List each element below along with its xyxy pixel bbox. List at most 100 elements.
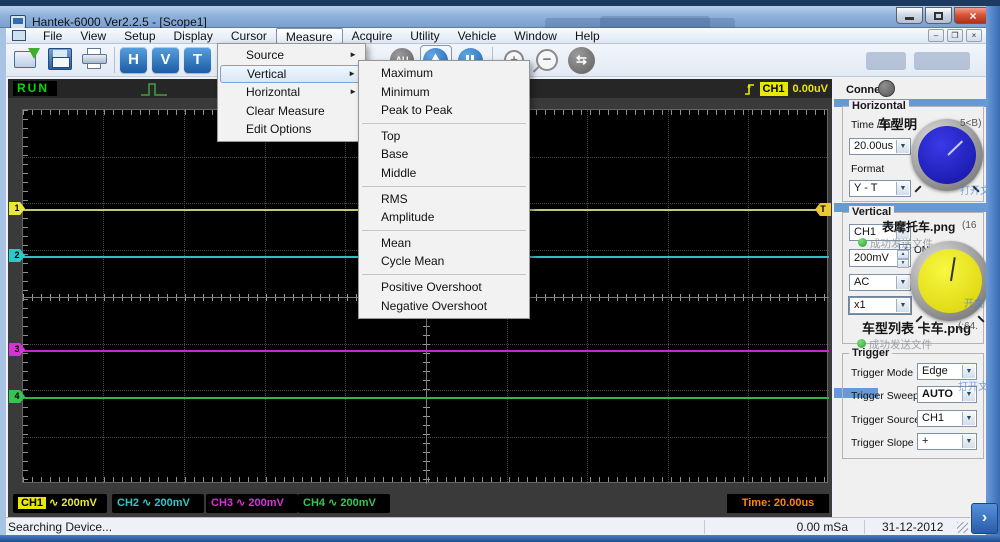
trigger-mode-value: Edge: [922, 365, 948, 377]
menu-item-label: Clear Measure: [246, 104, 325, 118]
chevron-down-icon: ▼: [962, 365, 975, 378]
volt-div-value: 200mV: [854, 252, 889, 264]
title-bar[interactable]: Hantek-6000 Ver2.2.5 - [Scope1] ×: [0, 6, 1000, 28]
menu-item-edit-options[interactable]: Edit Options: [218, 120, 365, 139]
maximize-button[interactable]: [925, 7, 952, 24]
submenu-item-amplitude[interactable]: Amplitude: [359, 208, 529, 227]
trigger-sweep-value: AUTO: [922, 388, 953, 400]
menu-vehicle[interactable]: Vehicle: [449, 28, 506, 44]
menu-item-vertical[interactable]: Vertical ►: [220, 65, 363, 84]
spin-up-icon[interactable]: ▲: [897, 250, 909, 259]
window-controls: ×: [896, 7, 992, 24]
menu-setup[interactable]: Setup: [115, 28, 164, 44]
menu-display[interactable]: Display: [165, 28, 222, 44]
spin-down-icon[interactable]: ▼: [897, 259, 909, 268]
connect-indicator: [878, 80, 895, 97]
menu-cursor[interactable]: Cursor: [222, 28, 276, 44]
submenu-item-mean[interactable]: Mean: [359, 234, 529, 253]
chevron-down-icon: ▼: [962, 412, 975, 425]
trigger-source-value: CH1: [922, 412, 944, 424]
toast-status-1: 成功发送文件: [870, 236, 933, 251]
mdi-window-controls: – ❐ ×: [928, 29, 982, 42]
menu-item-clear-measure[interactable]: Clear Measure: [218, 102, 365, 121]
submenu-item-peak-to-peak[interactable]: Peak to Peak: [359, 101, 529, 120]
coupling-select[interactable]: AC ▼: [849, 274, 911, 291]
submenu-item-negative-overshoot[interactable]: Negative Overshoot: [359, 297, 529, 316]
menu-utility[interactable]: Utility: [401, 28, 448, 44]
menu-window[interactable]: Window: [505, 28, 566, 44]
maximize-icon: [934, 12, 943, 20]
mdi-minimize-button[interactable]: –: [928, 29, 944, 42]
trigger-edge-icon: [744, 82, 755, 96]
printer-tray-icon: [87, 63, 101, 69]
trigger-panel-button[interactable]: T: [184, 47, 211, 73]
horizontal-panel-button[interactable]: H: [120, 47, 147, 73]
menu-item-source[interactable]: Source ►: [218, 46, 365, 65]
status-bar: Searching Device... 0.00 mSa 31-12-2012 …: [2, 517, 970, 535]
menu-acquire[interactable]: Acquire: [343, 28, 402, 44]
ch3-readout[interactable]: CH3 ∿ 200mV: [206, 494, 298, 513]
submenu-item-maximum[interactable]: Maximum: [359, 64, 529, 83]
menu-separator: [362, 230, 526, 231]
mdi-restore-button[interactable]: ❐: [947, 29, 963, 42]
menu-help[interactable]: Help: [566, 28, 609, 44]
chevron-down-icon: ▼: [896, 140, 909, 153]
ch3-volt-div: 200mV: [248, 497, 283, 509]
submenu-item-middle[interactable]: Middle: [359, 164, 529, 183]
format-select[interactable]: Y - T ▼: [849, 180, 911, 197]
menu-separator: [362, 186, 526, 187]
vertical-panel-button[interactable]: V: [152, 47, 179, 73]
print-button[interactable]: [82, 48, 108, 70]
submenu-item-top[interactable]: Top: [359, 127, 529, 146]
app-icon: [10, 15, 26, 29]
trigger-slope-select[interactable]: + ▼: [917, 433, 977, 450]
spinner-buttons[interactable]: ▲▼: [897, 250, 909, 266]
save-button[interactable]: [48, 48, 72, 70]
mdi-close-button[interactable]: ×: [966, 29, 982, 42]
volt-div-spinner[interactable]: 200mV ▲▼: [849, 249, 911, 267]
knob-tick: [914, 185, 921, 192]
zoom-out-icon[interactable]: −: [536, 49, 558, 71]
submenu-item-cycle-mean[interactable]: Cycle Mean: [359, 252, 529, 271]
menu-item-horizontal[interactable]: Horizontal ►: [218, 83, 365, 102]
menu-file[interactable]: File: [34, 28, 71, 44]
chevron-down-icon: ▼: [962, 435, 975, 448]
ch4-readout[interactable]: CH4 ∿ 200mV: [298, 494, 390, 513]
submenu-arrow-icon: ►: [348, 66, 356, 83]
ch4-label: CH4: [303, 497, 325, 509]
submenu-item-minimum[interactable]: Minimum: [359, 83, 529, 102]
trigger-source-select[interactable]: CH1 ▼: [917, 410, 977, 427]
submenu-item-base[interactable]: Base: [359, 145, 529, 164]
toast-filename-1: 车型明: [878, 114, 917, 133]
format-label: Format: [851, 163, 884, 175]
ch2-coupling-icon: ∿: [142, 497, 151, 509]
time-div-select[interactable]: 20.00us ▼: [849, 138, 911, 155]
import-arrow-icon: [28, 48, 40, 59]
toast-filename-3: 车型列表 卡车.png: [862, 318, 971, 337]
open-file-button[interactable]: [14, 48, 40, 70]
background-chevron-button[interactable]: ›: [971, 503, 998, 534]
probe-select[interactable]: x1 ▼: [849, 297, 911, 314]
minimize-button[interactable]: [896, 7, 923, 24]
measure-dropdown-menu: Source ► Vertical ► Horizontal ► Clear M…: [217, 43, 366, 142]
menu-view[interactable]: View: [71, 28, 115, 44]
status-message: Searching Device...: [8, 520, 112, 534]
ch1-readout[interactable]: CH1 ∿ 200mV: [13, 494, 107, 513]
application-window: Hantek-6000 Ver2.2.5 - [Scope1] × File V…: [0, 0, 1000, 542]
resize-grip[interactable]: [957, 522, 968, 533]
menu-separator: [362, 123, 526, 124]
sample-rate-readout: 0.00 mSa: [762, 520, 848, 534]
submenu-item-rms[interactable]: RMS: [359, 190, 529, 209]
coupling-value: AC: [854, 276, 869, 288]
trigger-readout: CH1 0.00uV: [744, 81, 828, 96]
submenu-item-positive-overshoot[interactable]: Positive Overshoot: [359, 278, 529, 297]
toast-filesize-2: (16: [962, 220, 976, 231]
ch2-readout[interactable]: CH2 ∿ 200mV: [112, 494, 204, 513]
menu-measure[interactable]: Measure: [276, 28, 343, 44]
time-div-value: 20.00us: [854, 140, 893, 152]
menu-item-label: Edit Options: [246, 122, 311, 136]
horizontal-knob[interactable]: [911, 119, 983, 191]
format-value: Y - T: [854, 182, 877, 194]
trigger-level-value: 0.00uV: [793, 83, 828, 95]
refresh-icon[interactable]: ⇆: [568, 47, 595, 74]
